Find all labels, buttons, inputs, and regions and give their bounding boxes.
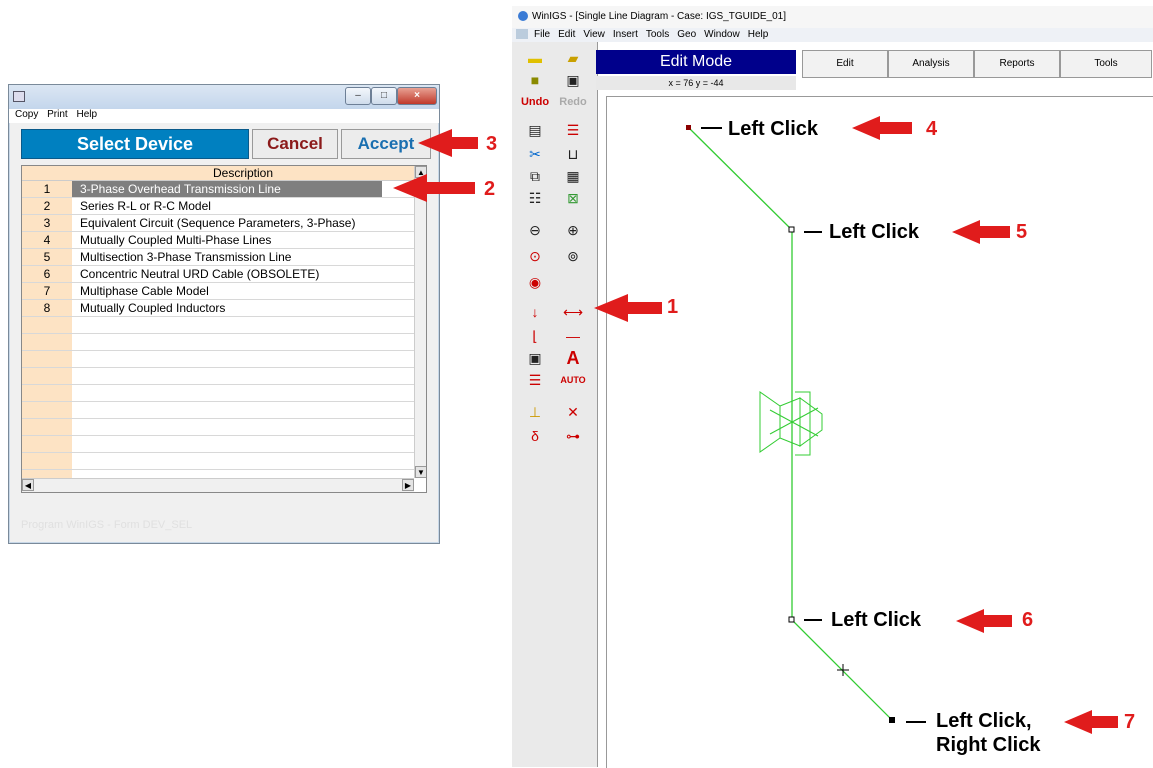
- arrow-7-icon: [1064, 710, 1118, 734]
- step-number-4: 4: [926, 118, 938, 140]
- arrow-4-icon: [852, 116, 912, 140]
- step-number-1: 1: [667, 296, 679, 318]
- callout-left-click-6: Left Click: [831, 609, 922, 631]
- callout-left-click-7: Left Click,: [936, 710, 1032, 732]
- step-number-2: 2: [484, 178, 496, 200]
- arrow-2-icon: [393, 174, 475, 202]
- callout-left-click-4: Left Click: [728, 118, 819, 140]
- cursor-crosshair-icon: [837, 664, 849, 676]
- callout-left-click-5: Left Click: [829, 221, 920, 243]
- step-number-6: 6: [1022, 609, 1034, 631]
- step-number-3: 3: [486, 133, 498, 155]
- step-number-5: 5: [1016, 221, 1028, 243]
- annotation-overlay: [393, 116, 1118, 734]
- arrow-5-icon: [952, 220, 1010, 244]
- callout-leader-lines: [701, 127, 926, 723]
- arrow-6-icon: [956, 609, 1012, 633]
- red-arrows: [393, 116, 1118, 734]
- line-node-markers: [686, 125, 895, 723]
- callout-right-click-7: Right Click: [936, 734, 1041, 756]
- step-number-7: 7: [1124, 711, 1136, 733]
- arrow-3-icon: [418, 129, 478, 157]
- transmission-line-symbol-icon: [759, 391, 823, 456]
- arrow-1-icon: [594, 294, 662, 322]
